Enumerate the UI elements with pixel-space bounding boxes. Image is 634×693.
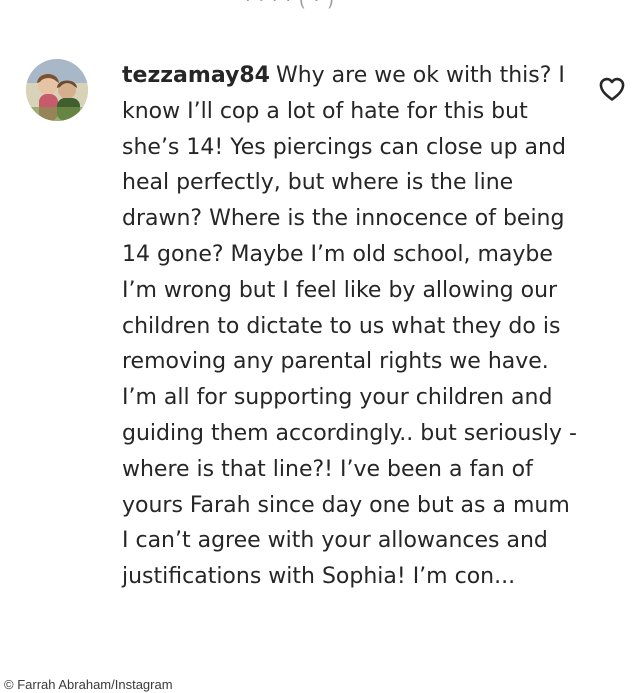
like-heart-icon[interactable] bbox=[598, 76, 626, 102]
avatar-photo-icon bbox=[26, 59, 88, 121]
comment-username[interactable]: tezzamay84 bbox=[122, 63, 270, 88]
comment-item: tezzamay84 Why are we ok with this? I kno… bbox=[0, 0, 634, 693]
comment-message: Why are we ok with this? I know I’ll cop… bbox=[122, 63, 577, 590]
comment-text-block: tezzamay84 Why are we ok with this? I kno… bbox=[122, 58, 578, 595]
user-avatar[interactable] bbox=[26, 59, 88, 121]
image-credit: © Farrah Abraham/Instagram bbox=[4, 677, 173, 692]
image-credit-bar: © Farrah Abraham/Instagram bbox=[0, 676, 634, 693]
